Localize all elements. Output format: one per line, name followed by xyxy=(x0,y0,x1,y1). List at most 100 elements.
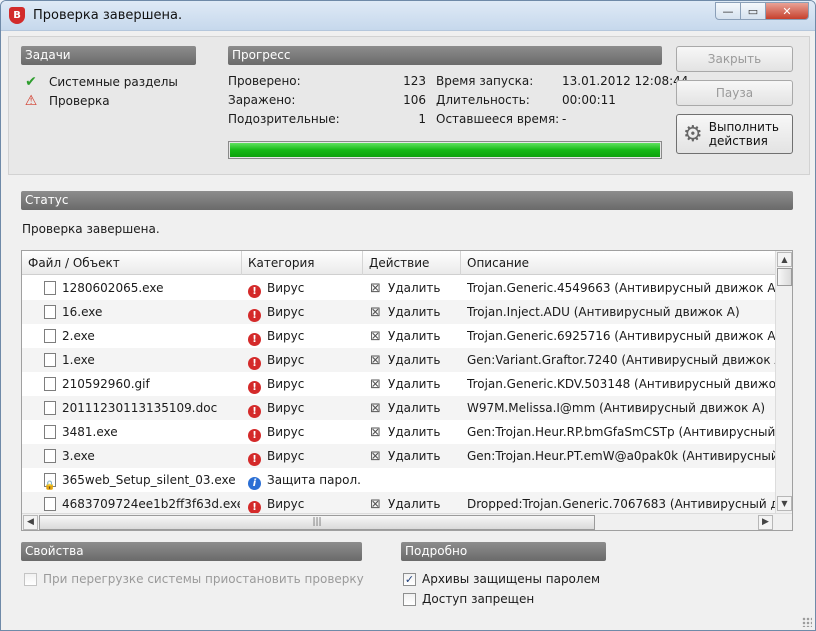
access-denied-option[interactable]: Доступ запрещен xyxy=(403,591,534,607)
file-cell: 4683709724ee1b2ff3f63d.exe xyxy=(44,492,240,513)
vertical-scroll-thumb[interactable] xyxy=(777,268,792,286)
access-denied-checkbox[interactable] xyxy=(403,592,416,606)
maximize-button[interactable]: ▭ xyxy=(740,2,766,20)
delete-x-icon: ⊠ xyxy=(370,449,381,464)
file-name: 3481.exe xyxy=(62,425,118,439)
description-text: Trojan.Generic.6925716 (Антивирусный дви… xyxy=(467,329,776,343)
checked-value: 123 xyxy=(403,74,426,88)
file-icon xyxy=(44,497,56,511)
file-name: 210592960.gif xyxy=(62,377,150,391)
table-row[interactable]: 16.exe! Вирус ⊠ Удалить Trojan.Inject.ADU (А… xyxy=(22,300,776,324)
close-button[interactable]: Закрыть xyxy=(676,46,793,72)
delete-x-icon: ⊠ xyxy=(370,353,381,368)
table-row[interactable]: 210592960.gif ! Вирус ⊠ Удалить Trojan.Generi… xyxy=(22,372,776,396)
file-cell: 20111230113135109.doc xyxy=(44,396,240,420)
column-header-action[interactable]: Действие xyxy=(363,251,461,275)
description-cell: Gen:Trojan.Heur.RP.bmGfaSmCSTp (Антивиру… xyxy=(467,420,776,444)
action-cell[interactable]: ⊠ Удалить xyxy=(370,324,460,348)
action-text: Удалить xyxy=(388,329,441,343)
task-item-system-partitions: ✔ Системные разделы xyxy=(23,74,178,90)
table-row[interactable]: 1.exe! Вирус ⊠ Удалить Gen:Variant.Graftor.7… xyxy=(22,348,776,372)
perform-actions-label-line1: Выполнить xyxy=(708,120,780,134)
action-cell[interactable]: ⊠ Удалить xyxy=(370,276,460,300)
file-name: 1280602065.exe xyxy=(62,281,164,295)
file-name: 16.exe xyxy=(62,305,103,319)
action-text: Удалить xyxy=(388,449,441,463)
duration-label: Длительность: xyxy=(436,93,530,107)
resize-grip-icon[interactable] xyxy=(802,617,812,627)
description-cell xyxy=(467,468,776,492)
shield-logo-icon: B xyxy=(9,7,25,24)
archives-protected-option[interactable]: ✓ Архивы защищены паролем xyxy=(403,571,600,587)
description-text: Trojan.Generic.4549663 (Антивирусный дви… xyxy=(467,281,776,295)
pause-on-overload-option[interactable]: При перегрузке системы приостановить про… xyxy=(24,571,364,587)
window-title: Проверка завершена. xyxy=(33,8,183,23)
column-header-description[interactable]: Описание xyxy=(461,251,776,275)
action-cell[interactable]: ⊠ Удалить xyxy=(370,420,460,444)
action-cell[interactable]: ⊠ Удалить xyxy=(370,396,460,420)
action-cell[interactable]: ⊠ Удалить xyxy=(370,444,460,468)
file-cell: 3.exe xyxy=(44,444,240,468)
file-name: 3.exe xyxy=(62,449,95,463)
perform-actions-button[interactable]: ⚙ Выполнить действия xyxy=(676,114,793,154)
scroll-down-icon[interactable]: ▼ xyxy=(777,496,792,511)
action-text: Удалить xyxy=(388,425,441,439)
file-cell: 2.exe xyxy=(44,324,240,348)
suspicious-label: Подозрительные: xyxy=(228,112,340,126)
column-header-file[interactable]: Файл / Объект xyxy=(22,251,242,275)
description-text: W97M.Melissa.I@mm (Антивирусный движок А… xyxy=(467,401,766,415)
description-cell: Trojan.Generic.KDV.503148 (Антивирусный … xyxy=(467,372,776,396)
action-text: Удалить xyxy=(388,377,441,391)
pause-on-overload-checkbox[interactable] xyxy=(24,572,37,586)
description-text: Gen:Trojan.Heur.PT.emW@a0pak0k (Антивиру… xyxy=(467,449,776,463)
horizontal-scrollbar[interactable]: ◀ ||| ▶ xyxy=(22,513,792,530)
task-label: Системные разделы xyxy=(49,75,178,89)
action-cell[interactable]: ⊠ Удалить xyxy=(370,372,460,396)
duration-value: 00:00:11 xyxy=(562,93,616,107)
category-cell: i Защита парол... xyxy=(248,468,360,492)
table-row[interactable]: 2.exe! Вирус ⊠ Удалить Trojan.Generic.692571… xyxy=(22,324,776,348)
scroll-right-icon[interactable]: ▶ xyxy=(758,515,773,530)
task-item-scan: ⚠ Проверка xyxy=(23,93,110,109)
scroll-up-icon[interactable]: ▲ xyxy=(777,252,792,267)
minimize-button[interactable]: — xyxy=(715,2,741,20)
file-cell: 1.exe xyxy=(44,348,240,372)
description-cell: Trojan.Generic.4549663 (Антивирусный дви… xyxy=(467,276,776,300)
progress-header: Прогресс xyxy=(228,46,662,65)
category-cell: ! Вирус xyxy=(248,396,360,420)
table-row[interactable]: 4683709724ee1b2ff3f63d.exe ! Вирус ⊠ Удалить… xyxy=(22,492,776,513)
category-text: Вирус xyxy=(267,281,305,295)
file-name: 4683709724ee1b2ff3f63d.exe xyxy=(62,497,240,511)
close-window-button[interactable]: ✕ xyxy=(765,2,809,20)
pause-button[interactable]: Пауза xyxy=(676,80,793,106)
virus-alert-icon: ! xyxy=(248,309,261,322)
delete-x-icon: ⊠ xyxy=(370,497,381,512)
description-cell: Gen:Trojan.Heur.PT.emW@a0pak0k (Антивиру… xyxy=(467,444,776,468)
vertical-scrollbar[interactable]: ▲ ▼ xyxy=(775,251,792,513)
scan-progress-bar xyxy=(228,141,662,159)
category-text: Вирус xyxy=(267,305,305,319)
archives-protected-checkbox[interactable]: ✓ xyxy=(403,572,416,586)
table-row[interactable]: 1280602065.exe! Вирус ⊠ Удалить Trojan.Gener… xyxy=(22,276,776,300)
table-header: Файл / Объект Категория Действие Описани… xyxy=(22,251,776,275)
file-name: 365web_Setup_silent_03.exe xyxy=(62,473,236,487)
table-row[interactable]: 3481.exe! Вирус ⊠ Удалить Gen:Trojan.Heur.RP… xyxy=(22,420,776,444)
perform-actions-label-line2: действия xyxy=(708,134,768,148)
remaining-time-value: - xyxy=(562,112,567,126)
virus-alert-icon: ! xyxy=(248,357,261,370)
tasks-header: Задачи xyxy=(21,46,196,65)
table-row[interactable]: 365web_Setup_silent_03.exe i Защита парол.… xyxy=(22,468,776,492)
table-row[interactable]: 20111230113135109.doc ! Вирус ⊠ Удалить W97M.… xyxy=(22,396,776,420)
category-cell: ! Вирус xyxy=(248,492,360,513)
table-row[interactable]: 3.exe! Вирус ⊠ Удалить Gen:Trojan.Heur.PT.em… xyxy=(22,444,776,468)
category-text: Вирус xyxy=(267,401,305,415)
remaining-time-label: Оставшееся время: xyxy=(436,112,560,126)
action-cell[interactable]: ⊠ Удалить xyxy=(370,348,460,372)
column-header-category[interactable]: Категория xyxy=(242,251,363,275)
action-cell[interactable]: ⊠ Удалить xyxy=(370,300,460,324)
action-cell[interactable]: ⊠ Удалить xyxy=(370,492,460,513)
file-icon xyxy=(44,305,56,319)
scroll-left-icon[interactable]: ◀ xyxy=(23,515,38,530)
category-cell: ! Вирус xyxy=(248,372,360,396)
horizontal-scroll-thumb[interactable]: ||| xyxy=(39,515,595,530)
